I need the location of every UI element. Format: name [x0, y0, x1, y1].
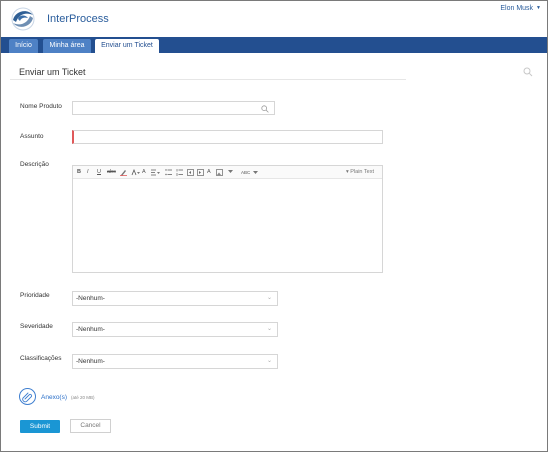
user-name: Elon Musk — [500, 5, 534, 12]
classificacoes-value: -Nenhum- — [76, 358, 105, 365]
underline-button[interactable]: U — [97, 169, 101, 176]
classificacoes-select[interactable]: -Nenhum- ⌄ — [72, 354, 278, 369]
text-color-icon[interactable] — [131, 169, 140, 176]
indent-icon[interactable] — [197, 169, 204, 176]
title-row: Enviar um Ticket — [10, 56, 406, 80]
assunto-input[interactable] — [72, 130, 383, 144]
highlight-icon[interactable] — [120, 169, 127, 176]
attach-link[interactable]: Anexo(s) — [41, 394, 67, 401]
classificacoes-label: Classificações — [20, 355, 62, 362]
chevron-down-icon: ⌄ — [266, 326, 272, 332]
main-nav: Início Minha área Enviar um Ticket — [1, 37, 547, 53]
assunto-label: Assunto — [20, 133, 44, 140]
search-icon[interactable] — [261, 105, 269, 113]
descricao-editor[interactable]: B I U abc A A ABC ▾ Plain Text — [72, 165, 383, 273]
tab-minha-area[interactable]: Minha área — [43, 39, 91, 53]
descricao-label: Descrição — [20, 161, 49, 168]
chevron-down-icon[interactable] — [228, 169, 233, 174]
chevron-down-icon: ⌄ — [266, 295, 272, 301]
cancel-button[interactable]: Cancel — [70, 419, 111, 433]
attach-size-limit: (até 20 MB) — [71, 395, 95, 400]
plain-text-toggle[interactable]: ▾ Plain Text — [346, 169, 374, 175]
page-title: Enviar um Ticket — [19, 67, 86, 77]
app-header: InterProcess Elon Musk ▼ — [1, 1, 547, 37]
align-icon[interactable] — [151, 169, 160, 176]
prioridade-value: -Nenhum- — [76, 295, 105, 302]
strikethrough-button[interactable]: abc — [107, 169, 116, 176]
italic-button[interactable]: I — [87, 169, 89, 176]
submit-button[interactable]: Submit — [20, 420, 60, 433]
outdent-icon[interactable] — [187, 169, 194, 176]
prioridade-select[interactable]: -Nenhum- ⌄ — [72, 291, 278, 306]
paperclip-icon[interactable] — [19, 388, 36, 405]
tab-enviar-ticket[interactable]: Enviar um Ticket — [95, 39, 159, 53]
nome-produto-input[interactable] — [72, 101, 275, 115]
font-size-button[interactable]: A — [142, 169, 146, 176]
chevron-down-icon: ▼ — [536, 5, 541, 11]
tab-inicio[interactable]: Início — [9, 39, 38, 53]
chevron-down-icon[interactable] — [253, 170, 258, 175]
severidade-select[interactable]: -Nenhum- ⌄ — [72, 322, 278, 337]
bullet-list-icon[interactable] — [165, 169, 172, 176]
numbered-list-icon[interactable] — [176, 169, 183, 176]
nome-produto-label: Nome Produto — [20, 103, 62, 110]
severidade-label: Severidade — [20, 323, 53, 330]
spellcheck-button[interactable]: ABC — [241, 169, 250, 176]
search-icon[interactable] — [523, 67, 533, 77]
format-button[interactable]: A — [207, 169, 211, 176]
user-menu[interactable]: Elon Musk ▼ — [500, 5, 541, 12]
brand-name: InterProcess — [47, 13, 109, 25]
prioridade-label: Prioridade — [20, 292, 50, 299]
editor-toolbar: B I U abc A A ABC ▾ Plain Text — [73, 166, 382, 179]
chevron-down-icon: ⌄ — [266, 358, 272, 364]
interprocess-logo — [11, 7, 35, 31]
bold-button[interactable]: B — [77, 169, 81, 176]
image-icon[interactable] — [216, 169, 223, 176]
severidade-value: -Nenhum- — [76, 326, 105, 333]
